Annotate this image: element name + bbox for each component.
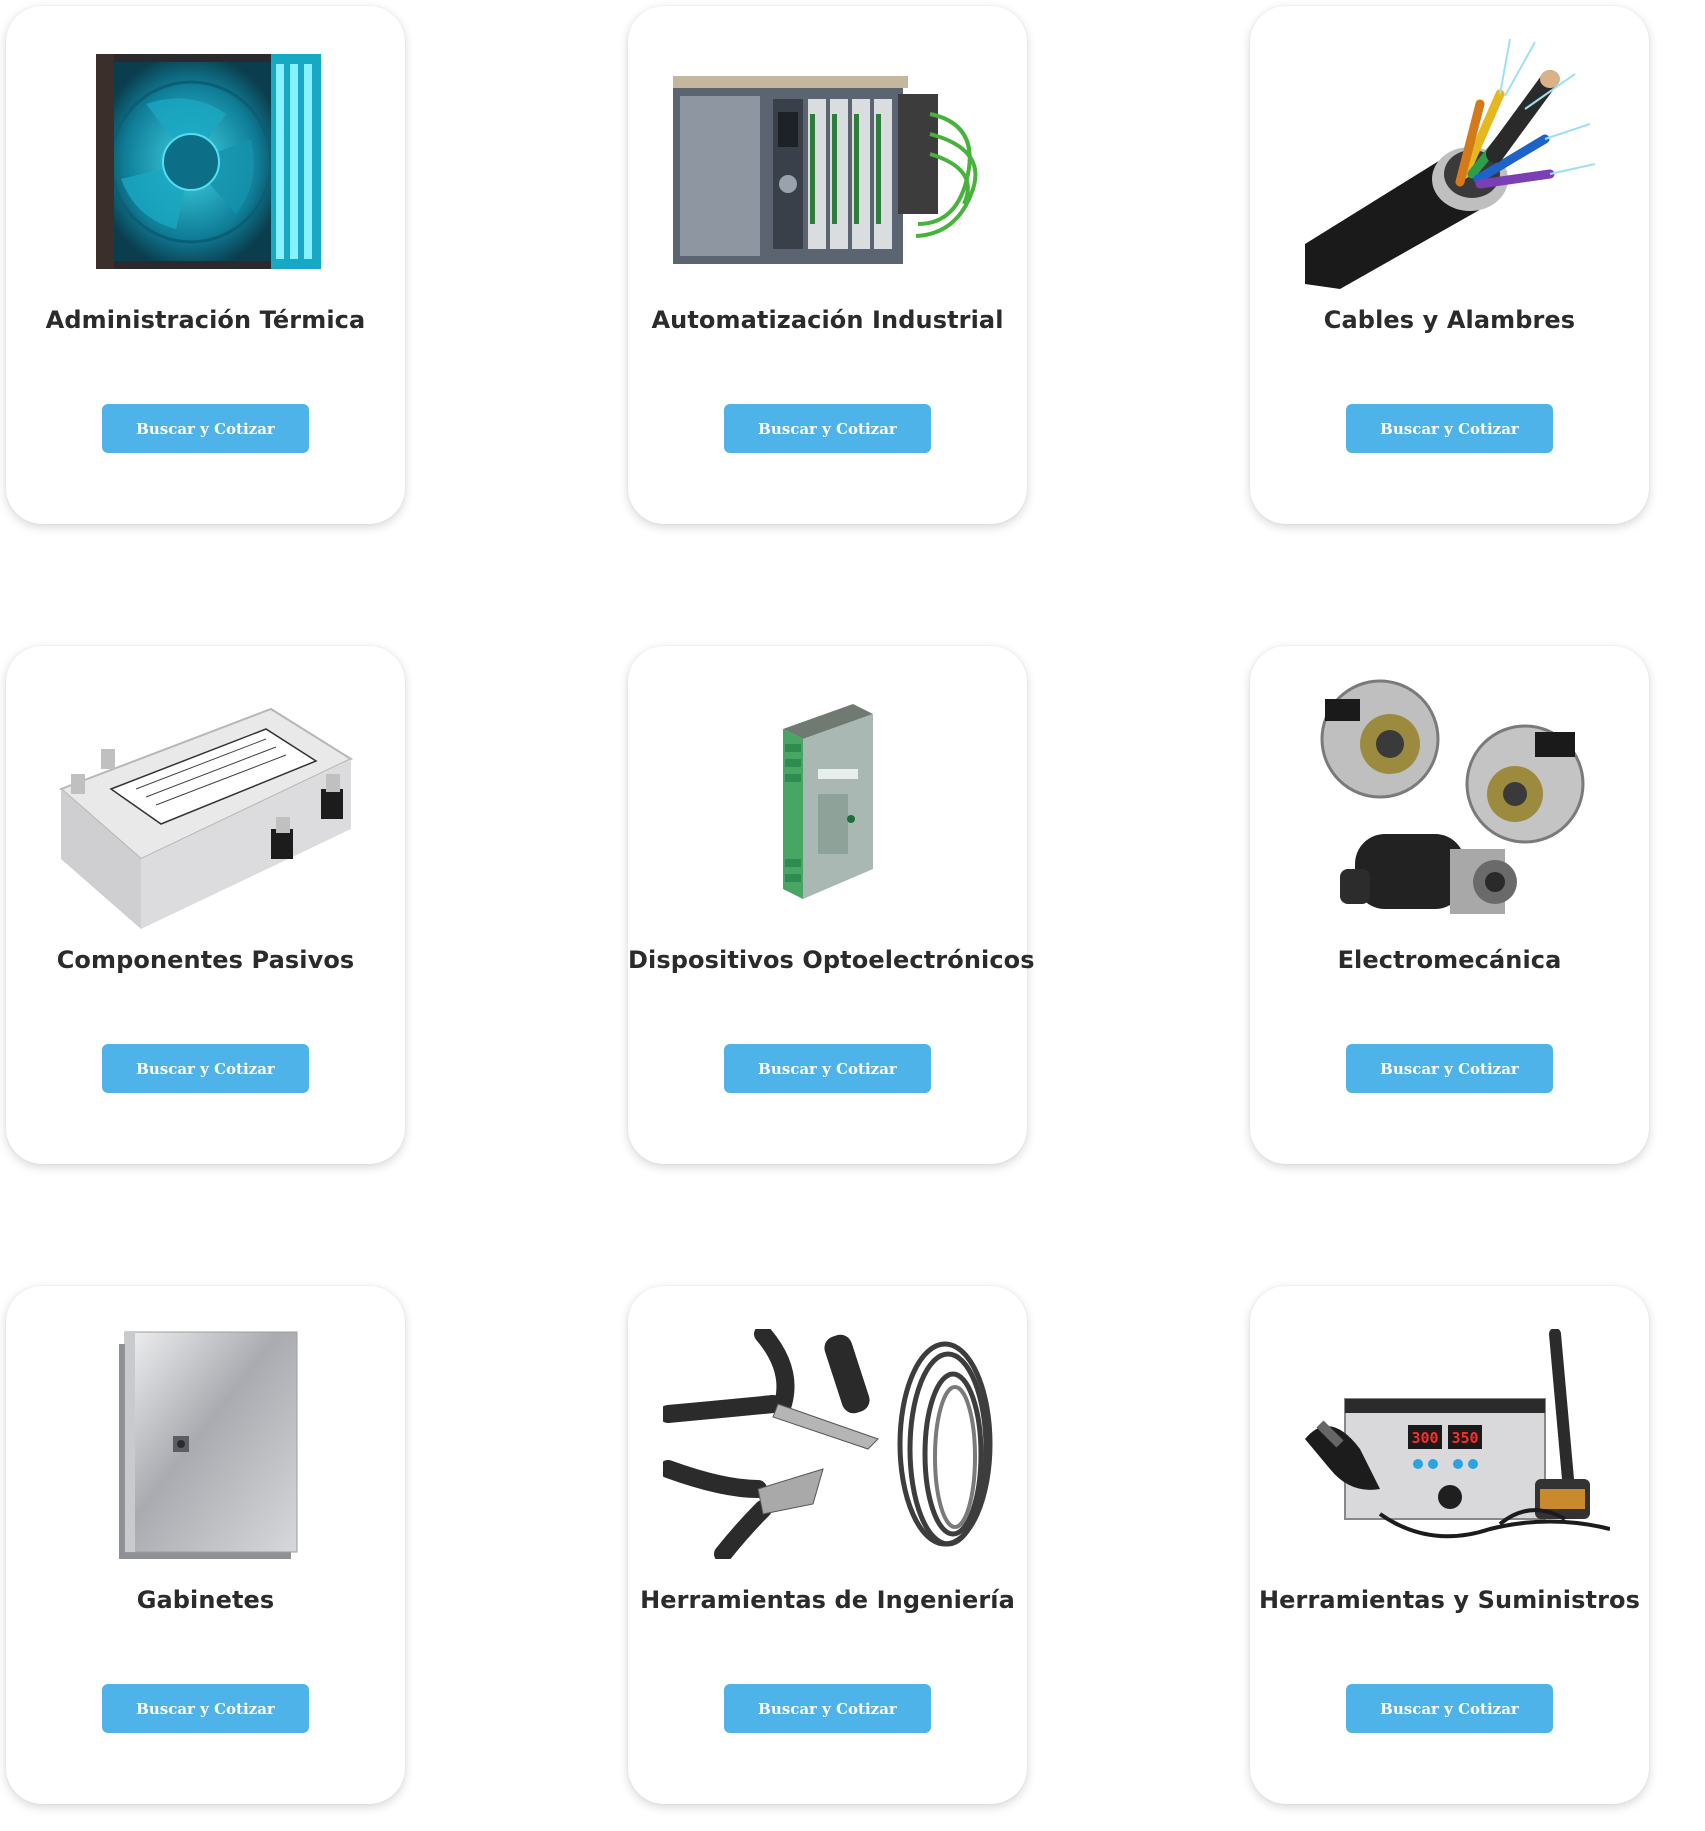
steel-enclosure-icon bbox=[6, 1304, 405, 1584]
buscar-cotizar-button[interactable]: Buscar y Cotizar bbox=[102, 404, 309, 453]
fiber-optic-cable-icon bbox=[1250, 24, 1649, 304]
buscar-cotizar-button[interactable]: Buscar y Cotizar bbox=[1346, 1684, 1553, 1733]
buscar-cotizar-button[interactable]: Buscar y Cotizar bbox=[724, 1684, 931, 1733]
buscar-cotizar-button[interactable]: Buscar y Cotizar bbox=[102, 1044, 309, 1093]
category-title: Herramientas de Ingeniería bbox=[640, 1586, 1015, 1614]
category-title: Cables y Alambres bbox=[1323, 306, 1576, 334]
buscar-cotizar-button[interactable]: Buscar y Cotizar bbox=[102, 1684, 309, 1733]
buscar-cotizar-button[interactable]: Buscar y Cotizar bbox=[724, 1044, 931, 1093]
category-card-cables: Cables y Alambres Buscar y Cotizar bbox=[1250, 6, 1649, 524]
category-title: Administración Térmica bbox=[45, 306, 366, 334]
buscar-cotizar-button[interactable]: Buscar y Cotizar bbox=[1346, 404, 1553, 453]
category-card-automation: Automatización Industrial Buscar y Cotiz… bbox=[628, 6, 1027, 524]
din-rail-power-supply-icon bbox=[628, 664, 1027, 944]
right-temperature-display: 350 bbox=[1451, 1429, 1478, 1447]
category-card-enclosures: Gabinetes Buscar y Cotizar bbox=[6, 1286, 405, 1804]
pliers-and-wire-icon bbox=[628, 1304, 1027, 1584]
category-title: Gabinetes bbox=[136, 1586, 275, 1614]
category-card-optoelectronic: Dispositivos Optoelectrónicos Buscar y C… bbox=[628, 646, 1035, 1164]
alternator-starter-icon bbox=[1250, 664, 1649, 944]
buscar-cotizar-button[interactable]: Buscar y Cotizar bbox=[724, 404, 931, 453]
category-grid: Administración Térmica Buscar y Cotizar bbox=[6, 6, 1649, 1804]
category-title: Componentes Pasivos bbox=[56, 946, 355, 974]
category-title: Dispositivos Optoelectrónicos bbox=[628, 946, 1035, 974]
plc-module-icon bbox=[628, 24, 1027, 304]
category-card-engineering-tools: Herramientas de Ingeniería Buscar y Coti… bbox=[628, 1286, 1027, 1804]
cooling-fan-icon bbox=[6, 24, 405, 304]
buscar-cotizar-button[interactable]: Buscar y Cotizar bbox=[1346, 1044, 1553, 1093]
category-title: Automatización Industrial bbox=[651, 306, 1004, 334]
category-title: Herramientas y Suministros bbox=[1258, 1586, 1641, 1614]
soldering-station-icon: 300 350 bbox=[1250, 1304, 1649, 1584]
category-card-thermal: Administración Térmica Buscar y Cotizar bbox=[6, 6, 405, 524]
emi-filter-icon bbox=[6, 664, 405, 944]
category-card-passive: Componentes Pasivos Buscar y Cotizar bbox=[6, 646, 405, 1164]
left-temperature-display: 300 bbox=[1411, 1429, 1438, 1447]
category-card-electromechanics: Electromecánica Buscar y Cotizar bbox=[1250, 646, 1649, 1164]
category-title: Electromecánica bbox=[1337, 946, 1562, 974]
category-card-tools-supplies: 300 350 Herramientas y Suministros Busca… bbox=[1250, 1286, 1649, 1804]
